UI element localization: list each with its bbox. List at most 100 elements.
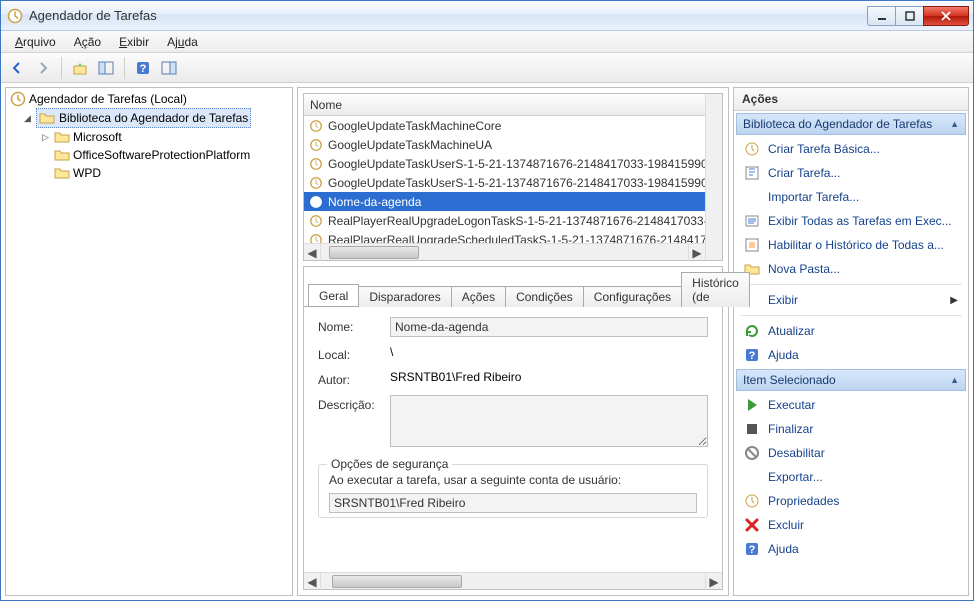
close-button[interactable] — [923, 6, 969, 26]
task-row[interactable]: RealPlayerRealUpgradeScheduledTaskS-1-5-… — [304, 230, 705, 243]
help-button-toolbar[interactable]: ? — [131, 56, 155, 80]
action-importar-tarefa[interactable]: Importar Tarefa... — [734, 185, 968, 209]
collapse-icon[interactable]: ◢ — [22, 113, 33, 124]
app-icon — [7, 8, 23, 24]
horizontal-scrollbar[interactable]: ◀▶ — [304, 243, 705, 260]
task-name: GoogleUpdateTaskMachineUA — [328, 138, 492, 152]
action-exportar[interactable]: Exportar... — [734, 465, 968, 489]
actions-header: Ações — [734, 88, 968, 111]
action-exibir[interactable]: Exibir▶ — [734, 288, 968, 312]
action-exibir-todas[interactable]: Exibir Todas as Tarefas em Exec... — [734, 209, 968, 233]
menu-acao[interactable]: Ação — [66, 33, 109, 51]
folder-icon — [54, 129, 70, 145]
action-propriedades[interactable]: Propriedades — [734, 489, 968, 513]
security-legend: Opções de segurança — [327, 457, 452, 471]
chevron-up-icon: ▲ — [950, 375, 959, 385]
task-row[interactable]: Nome-da-agenda — [304, 192, 705, 211]
folder-icon — [39, 110, 55, 126]
value-autor: SRSNTB01\Fred Ribeiro — [390, 370, 708, 384]
content-area: Agendador de Tarefas (Local) ◢ Bibliotec… — [1, 83, 973, 600]
details-panel: Geral Disparadores Ações Condições Confi… — [303, 266, 723, 590]
help-icon: ? — [744, 541, 760, 557]
window-title: Agendador de Tarefas — [29, 8, 867, 23]
delete-icon — [744, 517, 760, 533]
help-icon: ? — [744, 347, 760, 363]
security-account: SRSNTB01\Fred Ribeiro — [329, 493, 697, 513]
properties-icon — [744, 493, 760, 509]
task-name: Nome-da-agenda — [328, 195, 421, 209]
action-criar-tarefa-basica[interactable]: Criar Tarefa Básica... — [734, 137, 968, 161]
tab-disparadores[interactable]: Disparadores — [358, 286, 451, 307]
refresh-icon — [744, 323, 760, 339]
tab-acoes[interactable]: Ações — [451, 286, 506, 307]
folder-icon — [54, 147, 70, 163]
action-habilitar-historico[interactable]: Habilitar o Histórico de Todas a... — [734, 233, 968, 257]
minimize-button[interactable] — [867, 6, 895, 26]
task-name: GoogleUpdateTaskMachineCore — [328, 119, 501, 133]
show-hide-tree-button[interactable] — [94, 56, 118, 80]
action-desabilitar[interactable]: Desabilitar — [734, 441, 968, 465]
action-criar-tarefa[interactable]: Criar Tarefa... — [734, 161, 968, 185]
label-local: Local: — [318, 345, 390, 362]
tab-condicoes[interactable]: Condições — [505, 286, 584, 307]
center-pane: Nome GoogleUpdateTaskMachineCore GoogleUp… — [297, 87, 729, 596]
svg-text:?: ? — [749, 544, 756, 556]
up-button[interactable] — [68, 56, 92, 80]
task-name: RealPlayerRealUpgradeScheduledTaskS-1-5-… — [328, 233, 705, 244]
clock-icon — [308, 194, 324, 210]
tree-root[interactable]: Agendador de Tarefas (Local) — [6, 90, 292, 108]
details-horizontal-scrollbar[interactable]: ◀▶ — [304, 572, 722, 589]
forward-button[interactable] — [31, 56, 55, 80]
expand-icon[interactable]: ▷ — [40, 132, 51, 143]
action-nova-pasta[interactable]: Nova Pasta... — [734, 257, 968, 281]
chevron-right-icon: ▶ — [950, 295, 958, 306]
tree-library[interactable]: Biblioteca do Agendador de Tarefas — [36, 108, 251, 128]
toolbar: ? — [1, 53, 973, 83]
action-finalizar[interactable]: Finalizar — [734, 417, 968, 441]
menubar: Arquivo Ação Exibir Ajuda — [1, 31, 973, 53]
tab-configuracoes[interactable]: Configurações — [583, 286, 682, 307]
tab-historico[interactable]: Histórico (de — [681, 272, 750, 307]
tab-geral[interactable]: Geral — [308, 284, 359, 306]
field-nome[interactable] — [390, 317, 708, 337]
menu-exibir[interactable]: Exibir — [111, 33, 157, 51]
list-icon — [744, 213, 760, 229]
clock-icon — [308, 213, 324, 229]
history-icon — [744, 237, 760, 253]
maximize-button[interactable] — [895, 6, 923, 26]
tree-item-office[interactable]: OfficeSoftwareProtectionPlatform — [36, 146, 292, 164]
clock-icon — [308, 118, 324, 134]
back-button[interactable] — [5, 56, 29, 80]
task-row[interactable]: GoogleUpdateTaskMachineUA — [304, 135, 705, 154]
task-list: Nome GoogleUpdateTaskMachineCore GoogleUp… — [303, 93, 723, 261]
tree-item-wpd[interactable]: WPD — [36, 164, 292, 182]
action-ajuda-2[interactable]: ?Ajuda — [734, 537, 968, 561]
task-name: RealPlayerRealUpgradeLogonTaskS-1-5-21-1… — [328, 214, 705, 228]
menu-ajuda[interactable]: Ajuda — [159, 33, 206, 51]
titlebar[interactable]: Agendador de Tarefas — [1, 1, 973, 31]
label-descricao: Descrição: — [318, 395, 390, 412]
value-local: \ — [390, 345, 708, 359]
show-actions-button[interactable] — [157, 56, 181, 80]
task-row[interactable]: GoogleUpdateTaskMachineCore — [304, 116, 705, 135]
actions-section-item[interactable]: Item Selecionado ▲ — [736, 369, 966, 391]
clock-icon — [308, 175, 324, 191]
action-ajuda-1[interactable]: ?Ajuda — [734, 343, 968, 367]
action-atualizar[interactable]: Atualizar — [734, 319, 968, 343]
action-excluir[interactable]: Excluir — [734, 513, 968, 537]
tree-item-microsoft[interactable]: ▷ Microsoft — [36, 128, 292, 146]
folder-icon — [54, 165, 70, 181]
vertical-scrollbar[interactable] — [705, 94, 722, 260]
column-header-nome[interactable]: Nome — [304, 94, 705, 116]
task-row[interactable]: GoogleUpdateTaskUserS-1-5-21-1374871676-… — [304, 154, 705, 173]
task-row[interactable]: GoogleUpdateTaskUserS-1-5-21-1374871676-… — [304, 173, 705, 192]
action-executar[interactable]: Executar — [734, 393, 968, 417]
menu-arquivo[interactable]: Arquivo — [7, 33, 64, 51]
task-row[interactable]: RealPlayerRealUpgradeLogonTaskS-1-5-21-1… — [304, 211, 705, 230]
actions-section-library[interactable]: Biblioteca do Agendador de Tarefas ▲ — [736, 113, 966, 135]
wizard-icon — [744, 141, 760, 157]
field-descricao[interactable] — [390, 395, 708, 447]
clock-icon — [308, 137, 324, 153]
actions-pane: Ações Biblioteca do Agendador de Tarefas… — [733, 87, 969, 596]
security-line: Ao executar a tarefa, usar a seguinte co… — [329, 473, 697, 487]
